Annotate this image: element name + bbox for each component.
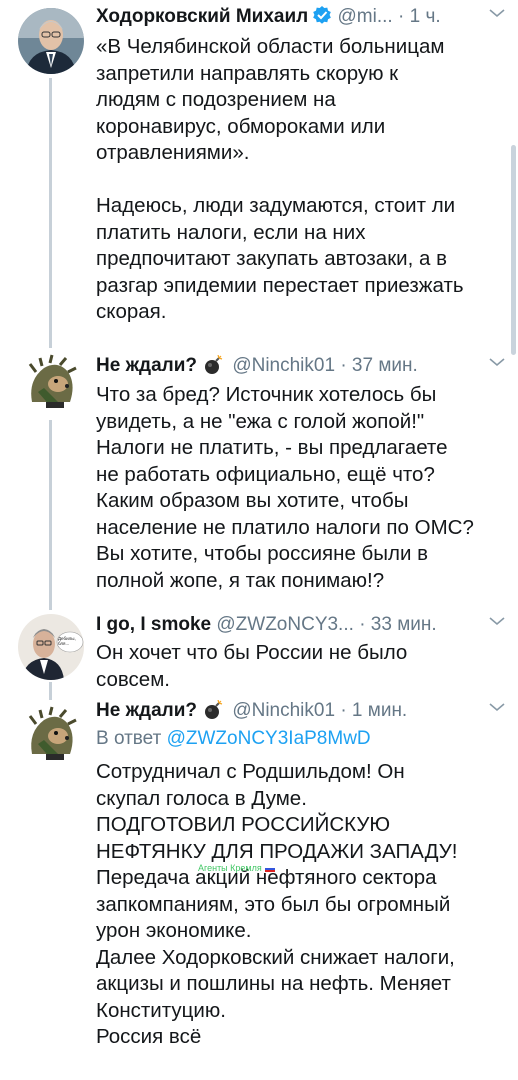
separator: ·: [359, 614, 366, 635]
author-handle[interactable]: @ZWZoNCY3...: [216, 614, 354, 635]
hedgehog-avatar-image: [18, 350, 84, 416]
tweet-header: I go, I smoke @ZWZoNCY3... · 33 мин.: [96, 610, 504, 640]
tweet[interactable]: Не ждали? @Ninchik01 · 1 мин. В ответ @Z…: [0, 696, 518, 1080]
tweet[interactable]: Ходорковский Михаил @mi... · 1 ч. «В Чел…: [0, 0, 518, 345]
tweet-text: Он хочет что бы России не было совсем.: [96, 640, 506, 693]
tweet-header: Не ждали? @Ninchik01 · 1 мин.: [96, 696, 504, 726]
author-name[interactable]: Не ждали?: [96, 355, 197, 376]
reply-handle-link[interactable]: @ZWZoNCY3IaP8MwD: [167, 728, 371, 749]
tweet-text: Сотрудничал с Родшильдом! Он скупал голо…: [96, 759, 506, 1051]
tweet-header: Не ждали? @Ninchik01 · 37 мин.: [96, 351, 504, 381]
tweet-text-content: Он хочет что бы России не было совсем.: [96, 641, 408, 691]
timestamp[interactable]: 1 мин.: [352, 700, 407, 721]
separator: ·: [340, 700, 347, 721]
tweet-text-content: Сотрудничал с Родшильдом! Он скупал голо…: [96, 760, 458, 1048]
tweet-text: «В Челябинской области больницам запрети…: [96, 34, 506, 326]
verified-badge-icon: [312, 5, 332, 32]
bomb-emoji-icon: [203, 354, 223, 381]
tweet-text: Что за бред? Источник хотелось бы увидет…: [96, 382, 506, 594]
avatar[interactable]: [18, 8, 84, 74]
author-name[interactable]: Ходорковский Михаил: [96, 6, 308, 27]
russian-flag-icon: [264, 865, 275, 872]
tweet[interactable]: Не ждали? @Ninchik01 · 37 мин. Что за бр…: [0, 345, 518, 610]
tweet-text-content: «В Челябинской области больницам запрети…: [96, 35, 464, 323]
author-handle[interactable]: @mi...: [338, 6, 393, 27]
author-name[interactable]: I go, I smoke: [96, 614, 211, 635]
timestamp[interactable]: 1 ч.: [410, 6, 441, 27]
author-handle[interactable]: @Ninchik01: [232, 700, 335, 721]
author-name[interactable]: Не ждали?: [96, 700, 197, 721]
avatar-photo: [18, 8, 84, 74]
tweet-header: Ходорковский Михаил @mi... · 1 ч.: [96, 2, 504, 32]
separator: ·: [340, 355, 347, 376]
watermark-text: Агенты Кремля: [198, 863, 262, 873]
avatar-photo: [18, 614, 84, 680]
timestamp[interactable]: 37 мин.: [352, 355, 418, 376]
tweet-text-content: Что за бред? Источник хотелось бы увидет…: [96, 383, 474, 592]
reply-prefix: В ответ: [96, 728, 162, 749]
reply-context: В ответ @ZWZoNCY3IaP8MwD: [96, 725, 371, 753]
timestamp[interactable]: 33 мин.: [371, 614, 437, 635]
avatar-caption: Дебилы, бля...: [58, 636, 76, 646]
scrollbar[interactable]: [511, 145, 516, 355]
bomb-emoji-icon: [203, 699, 223, 726]
avatar[interactable]: Дебилы, бля...: [18, 614, 84, 680]
chevron-down-icon[interactable]: [488, 6, 514, 24]
watermark: Агенты Кремля: [198, 863, 275, 873]
avatar[interactable]: [18, 350, 84, 416]
tweet[interactable]: Дебилы, бля... I go, I smoke @ZWZoNCY3..…: [0, 610, 518, 696]
chevron-down-icon[interactable]: [488, 614, 506, 632]
avatar[interactable]: [18, 702, 84, 768]
chevron-down-icon[interactable]: [488, 700, 506, 718]
author-handle[interactable]: @Ninchik01: [232, 355, 335, 376]
separator: ·: [397, 6, 405, 27]
chevron-down-icon[interactable]: [488, 355, 506, 373]
hedgehog-avatar-image: [18, 702, 84, 768]
